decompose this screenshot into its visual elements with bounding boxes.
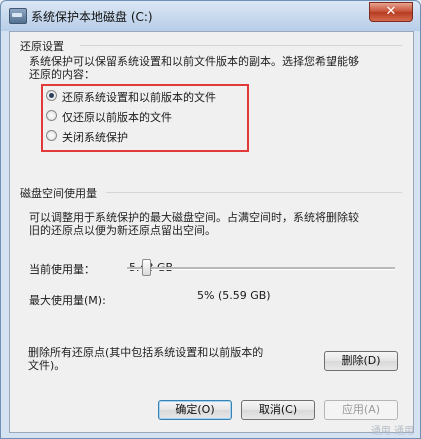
- apply-button: 应用(A): [324, 400, 398, 420]
- current-usage-label: 当前使用量：: [29, 263, 95, 276]
- system-protection-dialog: 系统保护本地磁盘 (C:) ✕ 还原设置 系统保护可以保留系统设置和以前文件版本…: [0, 0, 421, 439]
- delete-button[interactable]: 删除(D): [324, 351, 398, 371]
- delete-description-line1: 删除所有还原点(其中包括系统设置和以前版本的: [28, 346, 264, 359]
- disk-usage-description-line2: 旧的还原点以便为新还原点留出空间。: [29, 224, 216, 237]
- title-bar[interactable]: 系统保护本地磁盘 (C:) ✕: [1, 1, 420, 31]
- restore-description-line1: 系统保护可以保留系统设置和以前文件版本的副本。选择您希望能够: [29, 55, 359, 68]
- radio-label: 还原系统设置和以前版本的文件: [62, 91, 216, 104]
- close-icon: ✕: [385, 4, 397, 19]
- ok-button[interactable]: 确定(O): [158, 400, 232, 420]
- close-button[interactable]: ✕: [369, 2, 413, 22]
- restore-description-line2: 还原的内容：: [29, 68, 95, 81]
- radio-label: 仅还原以前版本的文件: [62, 111, 172, 124]
- radio-button-selected[interactable]: [46, 90, 57, 101]
- cancel-button[interactable]: 取消(C): [241, 400, 315, 420]
- max-usage-label: 最大使用量(M):: [29, 294, 106, 307]
- radio-button[interactable]: [46, 110, 57, 121]
- disk-usage-divider: [106, 192, 402, 193]
- max-usage-percent: 5% (5.59 GB): [197, 289, 271, 302]
- disk-usage-description-line1: 可以调整用于系统保护的最大磁盘空间。占满空间时，系统将删除较: [29, 211, 359, 224]
- restore-settings-divider: [80, 45, 402, 46]
- radio-button[interactable]: [46, 130, 57, 141]
- restore-settings-title: 还原设置: [20, 40, 64, 53]
- drive-icon: [9, 8, 27, 24]
- watermark-text: 通用 通用: [370, 426, 414, 437]
- disk-usage-title: 磁盘空间使用量: [20, 187, 97, 200]
- max-usage-slider-thumb[interactable]: [141, 259, 151, 276]
- window-title: 系统保护本地磁盘 (C:): [31, 10, 153, 24]
- dialog-body: 还原设置 系统保护可以保留系统设置和以前文件版本的副本。选择您希望能够 还原的内…: [9, 31, 414, 433]
- max-usage-slider-track[interactable]: [127, 267, 395, 270]
- delete-description-line2: 文件)。: [28, 359, 66, 372]
- radio-label: 关闭系统保护: [62, 131, 128, 144]
